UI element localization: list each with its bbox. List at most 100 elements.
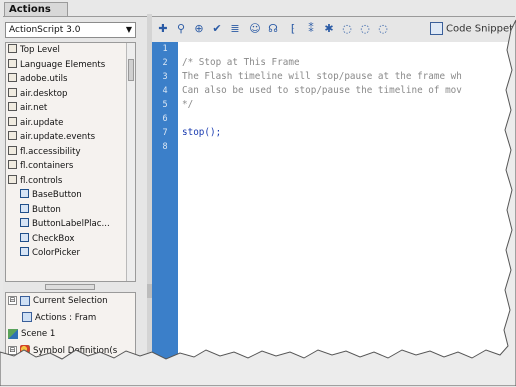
library-item[interactable]: air.net <box>6 101 135 116</box>
line-number: 1 <box>162 44 168 54</box>
add-statement-icon[interactable]: ✚ <box>156 22 170 36</box>
code-line[interactable] <box>182 112 516 126</box>
remove-comment-icon[interactable]: ◌ <box>376 22 390 36</box>
insert-target-path-icon[interactable]: ⊕ <box>192 22 206 36</box>
script-editor[interactable]: 1 2 3 4 5 6 7 8 /* Stop at This Frame The Flash … <box>152 42 516 386</box>
library-item-label: adobe.utils <box>20 74 68 84</box>
book-icon <box>8 87 17 97</box>
library-item[interactable]: CheckBox <box>6 232 135 247</box>
collapse-node-icon[interactable]: ⊟ <box>8 345 17 355</box>
code-line[interactable]: Can also be used to stop/pause the timel… <box>182 84 516 98</box>
code-snippets-label: Code Snippets <box>446 23 516 35</box>
library-item-label: air.update.events <box>20 132 96 142</box>
selection-icon <box>20 295 30 306</box>
code-snippets-icon <box>430 22 443 35</box>
library-item-label: Top Level <box>20 45 60 55</box>
library-item[interactable]: Top Level <box>6 43 135 58</box>
pane-splitter[interactable] <box>45 284 95 290</box>
auto-format-icon[interactable]: ≣ <box>228 22 242 36</box>
apply-line-comment-icon[interactable]: ◌ <box>358 22 372 36</box>
code-line[interactable]: */ <box>182 98 516 112</box>
class-icon <box>20 218 29 227</box>
library-item[interactable]: fl.controls <box>6 174 135 189</box>
frame-icon <box>22 312 32 322</box>
line-number-gutter: 1 2 3 4 5 6 7 8 <box>152 42 178 386</box>
library-item-label: fl.controls <box>20 175 63 186</box>
library-item[interactable]: ButtonLabelPlac... <box>6 217 135 232</box>
debug-options-icon[interactable]: ☊ <box>266 22 280 36</box>
symbol-icon <box>20 345 30 355</box>
library-scrollbar-thumb[interactable] <box>128 59 134 81</box>
library-item[interactable]: fl.accessibility <box>6 145 135 160</box>
collapse-selection-icon[interactable]: ⁑ <box>304 22 318 36</box>
code-line[interactable]: stop(); <box>182 126 516 140</box>
code-area[interactable]: /* Stop at This Frame The Flash timeline … <box>182 42 516 154</box>
class-icon <box>20 189 29 198</box>
code-line[interactable]: The Flash timeline will stop/pause at th… <box>182 70 516 84</box>
book-icon <box>8 145 17 155</box>
collapse-between-braces-icon[interactable]: ⁅ <box>286 22 300 36</box>
navigator-item[interactable]: Scene 1 <box>6 326 135 343</box>
code-line[interactable] <box>182 140 516 154</box>
library-item[interactable]: Button <box>6 203 135 218</box>
book-icon <box>8 160 17 169</box>
language-dropdown[interactable]: ActionScript 3.0 ▼ <box>5 22 136 38</box>
code-snippets-button[interactable]: Code Snippets <box>430 22 516 37</box>
library-item[interactable]: Language Elements <box>6 58 135 73</box>
library-item[interactable]: air.update <box>6 116 135 131</box>
library-item-label: air.net <box>20 103 48 113</box>
library-item-label: Button <box>32 204 61 215</box>
line-number: 7 <box>162 128 168 138</box>
apply-block-comment-icon[interactable]: ◌ <box>340 22 354 36</box>
actions-toolbox: ActionScript 3.0 ▼ Top Level Language Ele… <box>5 22 146 376</box>
navigator-item[interactable]: ⊟ Current Selection <box>6 293 135 310</box>
library-item-label: ButtonLabelPlac... <box>32 219 110 229</box>
code-line[interactable]: /* Stop at This Frame <box>182 56 516 70</box>
navigator-item[interactable]: ⊞ Symbol 1 <box>6 359 135 375</box>
actions-panel-tab[interactable]: Actions <box>4 2 68 16</box>
code-line[interactable] <box>182 42 516 56</box>
book-icon <box>8 73 17 82</box>
show-code-hint-icon[interactable]: ☺ <box>248 22 262 36</box>
language-dropdown-value: ActionScript 3.0 <box>9 25 81 35</box>
class-icon <box>20 232 29 242</box>
expand-node-icon[interactable]: ⊞ <box>18 362 27 371</box>
book-icon <box>8 116 17 126</box>
library-item-label: air.desktop <box>20 88 68 99</box>
library-scrollbar[interactable] <box>126 43 135 281</box>
check-syntax-icon[interactable]: ✔ <box>210 22 224 36</box>
chevron-down-icon[interactable]: ▼ <box>126 23 132 37</box>
expand-all-icon[interactable]: ✱ <box>322 22 336 36</box>
library-item-label: fl.containers <box>20 161 74 171</box>
line-number: 6 <box>162 114 168 124</box>
movieclip-icon <box>30 361 40 372</box>
navigator-item[interactable]: ⊟ Symbol Definition(s <box>6 343 135 360</box>
line-number: 4 <box>162 86 168 96</box>
library-item[interactable]: air.desktop <box>6 87 135 102</box>
library-item-label: air.update <box>20 117 64 128</box>
editor-toolbar: ✚ ⚲ ⊕ ✔ ≣ ☺ ☊ ⁅ ⁑ ✱ ◌ ◌ ◌ Code Snippets <box>154 19 516 41</box>
class-icon <box>20 247 29 256</box>
library-item-label: ColorPicker <box>32 248 81 258</box>
library-item-label: fl.accessibility <box>20 146 81 157</box>
library-item[interactable]: BaseButton <box>6 188 135 203</box>
navigator-item[interactable]: Actions : Fram <box>6 310 135 327</box>
class-icon <box>20 203 29 213</box>
collapse-node-icon[interactable]: ⊟ <box>8 296 17 305</box>
library-item[interactable]: adobe.utils <box>6 72 135 87</box>
line-number: 8 <box>162 142 168 152</box>
book-icon <box>8 58 17 68</box>
line-number: 5 <box>162 100 168 110</box>
library-item[interactable]: ColorPicker <box>6 246 135 261</box>
library-item-label: CheckBox <box>32 233 75 244</box>
line-number: 3 <box>162 72 168 82</box>
library-item-label: BaseButton <box>32 190 82 200</box>
actions-library-list: Top Level Language Elements adobe.utils air… <box>5 42 136 282</box>
open-book-icon <box>8 174 17 184</box>
navigator-item-label: Current Selection <box>33 296 108 306</box>
book-icon <box>8 102 17 111</box>
library-item[interactable]: air.update.events <box>6 130 135 145</box>
library-item[interactable]: fl.containers <box>6 159 135 174</box>
find-icon[interactable]: ⚲ <box>174 22 188 36</box>
book-icon <box>8 44 17 53</box>
